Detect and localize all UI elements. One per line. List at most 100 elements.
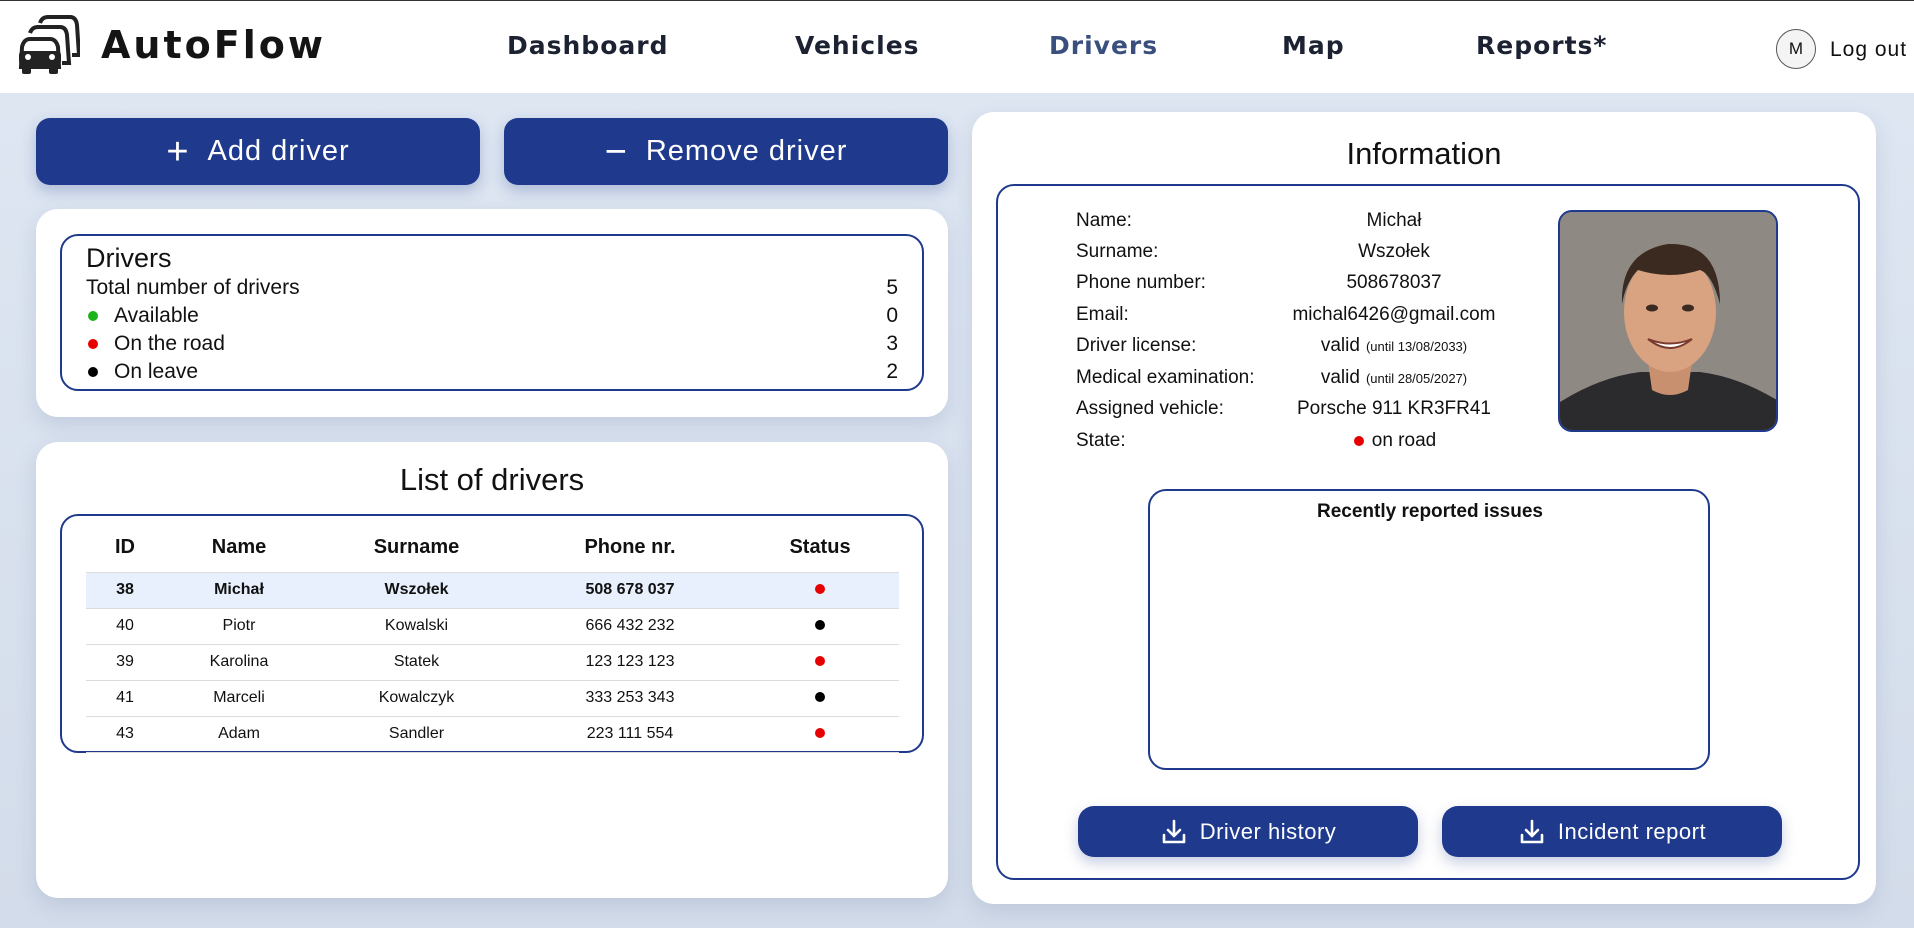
- nav-map[interactable]: Map: [1282, 31, 1345, 60]
- col-header-phone[interactable]: Phone nr.: [519, 524, 741, 572]
- phone-label: Phone number:: [1076, 272, 1206, 293]
- driver-details-box: Name: Michał Surname: Wszołek Phone numb…: [996, 184, 1860, 880]
- cell-id: 41: [86, 679, 164, 716]
- license-value: valid (until 13/08/2033): [1266, 335, 1522, 357]
- drivers-summary-card: Drivers Total number of drivers 5 Availa…: [36, 209, 948, 417]
- car-stack-logo-icon: [18, 15, 80, 74]
- summary-on-road-row: On the road 3: [86, 332, 898, 356]
- on-road-status-dot: [1353, 436, 1364, 446]
- nav-drivers[interactable]: Drivers: [1049, 31, 1158, 60]
- table-row[interactable]: 39 Karolina Statek 123 123 123: [86, 643, 899, 680]
- driver-history-label: Driver history: [1199, 818, 1337, 844]
- cell-id: 38: [86, 571, 164, 608]
- surname-label: Surname:: [1076, 241, 1159, 262]
- driver-portrait-image: [1560, 212, 1776, 430]
- col-header-name[interactable]: Name: [164, 524, 314, 572]
- user-avatar[interactable]: M: [1776, 29, 1816, 69]
- download-icon: [1520, 819, 1544, 843]
- table-header-row: ID Name Surname Phone nr. Status: [86, 524, 899, 572]
- on-leave-status-dot: [88, 367, 98, 377]
- surname-value: Wszołek: [1358, 241, 1430, 262]
- logout-link[interactable]: Log out: [1830, 38, 1907, 62]
- cell-name: Piotr: [164, 607, 314, 644]
- email-value: michal6426@gmail.com: [1292, 304, 1496, 325]
- recent-issues-box: Recently reported issues: [1148, 489, 1710, 770]
- driver-photo: [1558, 210, 1778, 432]
- cell-id: 43: [86, 715, 164, 753]
- vehicle-label: Assigned vehicle:: [1076, 398, 1224, 419]
- add-driver-button[interactable]: + Add driver: [36, 118, 480, 185]
- state-value: on road: [1266, 430, 1522, 452]
- on-leave-label: On leave: [114, 360, 199, 383]
- license-until: (until 13/08/2033): [1365, 339, 1468, 354]
- on-road-status-dot: [88, 339, 98, 349]
- info-title: Information: [1346, 136, 1502, 171]
- brand-name: AutoFlow: [101, 23, 326, 67]
- state-text: on road: [1371, 430, 1437, 451]
- cell-status: [741, 643, 899, 680]
- license-label: Driver license:: [1076, 335, 1197, 356]
- cell-phone: 333 253 343: [519, 679, 741, 716]
- on-leave-status-dot: [815, 692, 825, 702]
- cell-id: 40: [86, 607, 164, 644]
- on-road-value: 3: [886, 332, 898, 355]
- col-header-id[interactable]: ID: [86, 524, 164, 572]
- table-row[interactable]: 41 Marceli Kowalczyk 333 253 343: [86, 679, 899, 716]
- plus-icon: +: [166, 130, 190, 173]
- name-label: Name:: [1076, 210, 1132, 231]
- table-row[interactable]: 43 Adam Sandler 223 111 554: [86, 715, 899, 753]
- medical-value: valid (until 28/05/2027): [1266, 367, 1522, 389]
- summary-on-leave-row: On leave 2: [86, 360, 898, 384]
- cell-phone: 508 678 037: [519, 571, 741, 608]
- on-road-status-dot: [815, 584, 825, 594]
- remove-driver-button[interactable]: − Remove driver: [504, 118, 948, 185]
- cell-name: Karolina: [164, 643, 314, 680]
- on-road-label: On the road: [114, 332, 225, 355]
- remove-driver-label: Remove driver: [645, 135, 848, 167]
- incident-report-button[interactable]: Incident report: [1442, 806, 1782, 857]
- on-leave-value: 2: [886, 360, 898, 383]
- table-row[interactable]: 38 Michał Wszołek 508 678 037: [86, 571, 899, 608]
- download-icon: [1162, 819, 1186, 843]
- cell-surname: Sandler: [314, 715, 519, 753]
- list-title: List of drivers: [399, 462, 585, 497]
- vehicle-value: Porsche 911 KR3FR41: [1297, 398, 1491, 419]
- cell-status: [741, 679, 899, 716]
- on-road-status-dot: [815, 728, 825, 738]
- drivers-table: ID Name Surname Phone nr. Status 38 Mich…: [86, 524, 899, 753]
- cell-phone: 123 123 123: [519, 643, 741, 680]
- col-header-surname[interactable]: Surname: [314, 524, 519, 572]
- add-driver-label: Add driver: [207, 135, 350, 167]
- on-road-status-dot: [815, 656, 825, 666]
- total-label: Total number of drivers: [86, 276, 300, 299]
- medical-label: Medical examination:: [1076, 367, 1255, 388]
- total-value: 5: [886, 276, 898, 299]
- top-navigation-bar: AutoFlow Dashboard Vehicles Drivers Map …: [0, 0, 1914, 93]
- cell-name: Adam: [164, 715, 314, 753]
- nav-reports[interactable]: Reports*: [1476, 31, 1608, 60]
- driver-history-button[interactable]: Driver history: [1078, 806, 1418, 857]
- nav-vehicles[interactable]: Vehicles: [795, 31, 920, 60]
- cell-status: [741, 715, 899, 753]
- incident-report-label: Incident report: [1557, 818, 1707, 844]
- table-row[interactable]: 40 Piotr Kowalski 666 432 232: [86, 607, 899, 644]
- cell-status: [741, 607, 899, 644]
- medical-until: (until 28/05/2027): [1365, 371, 1468, 386]
- cell-phone: 666 432 232: [519, 607, 741, 644]
- nav-dashboard[interactable]: Dashboard: [507, 31, 668, 60]
- col-header-status[interactable]: Status: [741, 524, 899, 572]
- minus-icon: −: [604, 130, 628, 173]
- cell-surname: Wszołek: [314, 571, 519, 608]
- state-label: State:: [1076, 430, 1126, 451]
- cell-surname: Kowalczyk: [314, 679, 519, 716]
- drivers-table-box: ID Name Surname Phone nr. Status 38 Mich…: [60, 514, 924, 753]
- cell-surname: Statek: [314, 643, 519, 680]
- on-leave-status-dot: [815, 620, 825, 630]
- drivers-list-card: List of drivers ID Name Surname Phone nr…: [36, 442, 948, 898]
- name-value: Michał: [1366, 210, 1422, 231]
- cell-id: 39: [86, 643, 164, 680]
- summary-available-row: Available 0: [86, 304, 898, 328]
- phone-value: 508678037: [1346, 272, 1442, 293]
- cell-status: [741, 571, 899, 608]
- summary-title: Drivers: [86, 243, 172, 273]
